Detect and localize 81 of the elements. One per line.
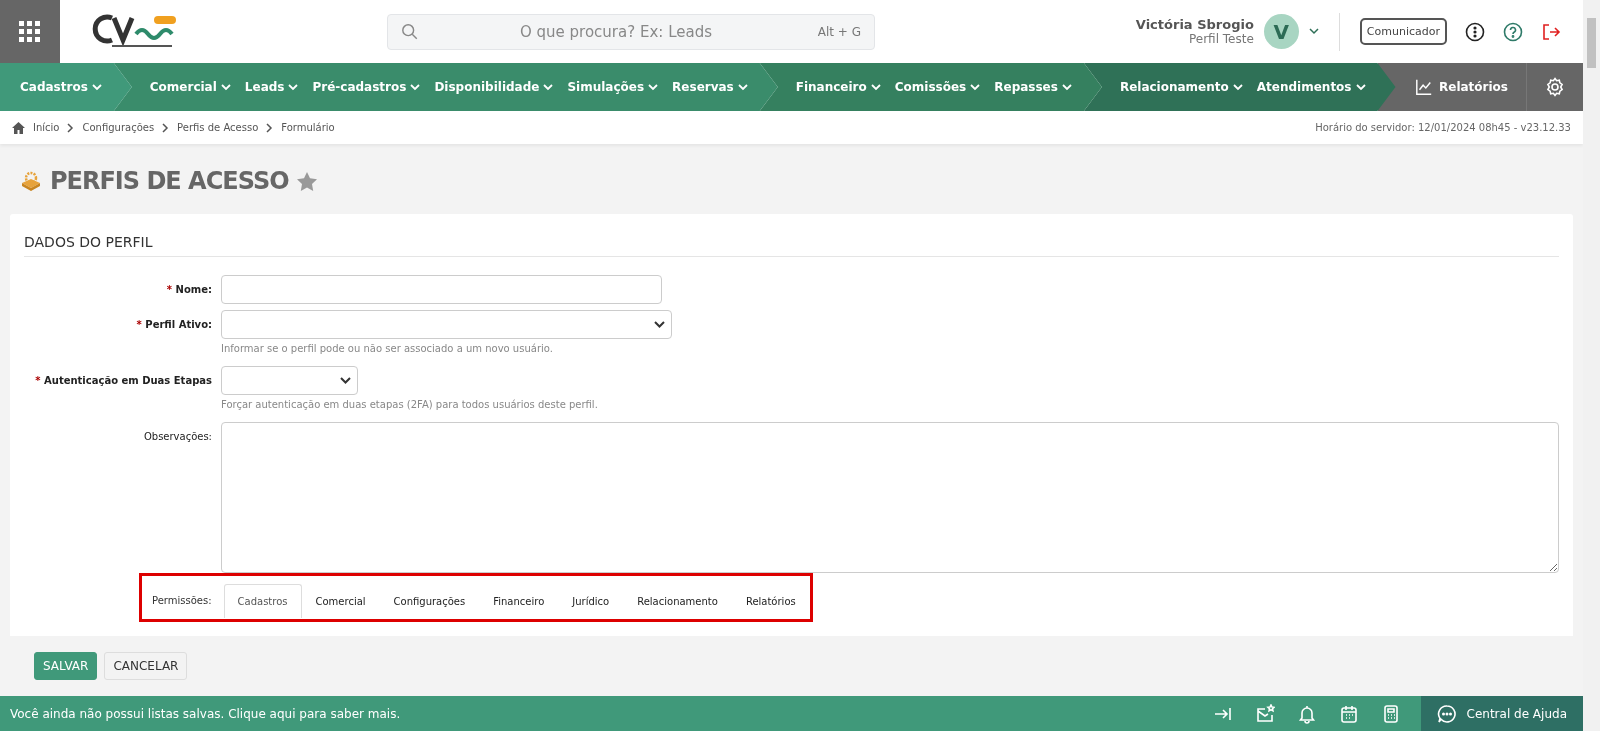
nav-menu-item[interactable]: Relacionamento — [1119, 80, 1243, 94]
chevron-down-icon — [220, 83, 231, 91]
chevron-right-icon — [266, 122, 274, 133]
permission-tab[interactable]: Financeiro — [479, 584, 559, 618]
field-label: Autenticação em Duas Etapas — [44, 375, 212, 386]
nav-menu-item[interactable]: Comercial — [149, 80, 231, 94]
permission-tab[interactable]: Configurações — [379, 584, 480, 618]
bell-icon[interactable] — [1296, 703, 1317, 724]
chevron-right-icon — [162, 122, 170, 133]
permission-tab[interactable]: Comercial — [301, 584, 380, 618]
apps-menu-button[interactable] — [0, 0, 60, 63]
field-label: Nome: — [175, 284, 212, 295]
help-text: Informar se o perfil pode ou não ser associado a um novo usuário. — [221, 343, 554, 354]
chat-bubble-icon — [1436, 703, 1457, 724]
envelope-star-icon[interactable] — [1254, 703, 1275, 724]
user-name: Victória Sbrogio — [1135, 17, 1254, 32]
save-button[interactable]: SALVAR — [34, 652, 98, 680]
server-time: Horário do servidor: 12/01/2024 08h45 - v23.12.33 — [1315, 122, 1571, 133]
chevron-down-icon — [1232, 83, 1243, 91]
chevron-down-icon[interactable] — [1308, 28, 1319, 35]
nav-menu-item[interactable]: Cadastros — [20, 80, 102, 94]
box-gear-icon — [20, 170, 42, 192]
help-center-button[interactable]: Central de Ajuda — [1420, 696, 1583, 731]
chevron-down-icon — [870, 83, 881, 91]
nav-menu-item[interactable]: Simulações — [567, 80, 659, 94]
chevron-down-icon — [410, 83, 421, 91]
nav-menu-item[interactable]: Comissões — [894, 80, 981, 94]
search-icon[interactable] — [401, 22, 419, 41]
nav-menu-item[interactable]: Atendimentos — [1256, 80, 1366, 94]
breadcrumb-link[interactable]: Configurações — [82, 122, 155, 133]
nav-menu-item[interactable]: Reservas — [672, 80, 748, 94]
nav-menu-item[interactable]: Repasses — [994, 80, 1072, 94]
shortcut-hint: Alt + G — [817, 24, 861, 39]
text-input[interactable] — [221, 275, 662, 304]
section-title: DADOS DO PERFIL — [24, 228, 1559, 257]
scrollbar[interactable] — [1583, 0, 1600, 731]
line-chart-icon[interactable] — [1415, 78, 1433, 96]
user-avatar[interactable]: V — [1263, 14, 1299, 49]
cancel-button[interactable]: CANCELAR — [104, 652, 188, 680]
communicator-button[interactable]: Comunicador — [1359, 18, 1447, 45]
settings-icon[interactable] — [1545, 77, 1565, 97]
chevron-down-icon — [737, 83, 748, 91]
nav-menu-item[interactable]: Pré-cadastros — [312, 80, 421, 94]
home-icon[interactable] — [12, 121, 25, 134]
textarea-field[interactable] — [221, 422, 1559, 573]
permission-tab[interactable]: Cadastros — [223, 584, 302, 618]
required-mark: * — [136, 319, 142, 330]
calendar-icon[interactable] — [1338, 703, 1359, 724]
breadcrumb-link[interactable]: Perfis de Acesso — [177, 122, 259, 133]
required-mark: * — [35, 375, 41, 386]
nav-menu-item[interactable]: Financeiro — [795, 80, 881, 94]
field-label: Observações: — [143, 431, 212, 442]
help-icon[interactable] — [1503, 21, 1523, 42]
chevron-down-icon — [1061, 83, 1072, 91]
chevron-down-icon — [288, 83, 299, 91]
chevron-down-icon — [1355, 83, 1366, 91]
chevron-down-icon — [543, 83, 554, 91]
chevron-down-icon — [91, 83, 102, 91]
chevron-down-icon — [654, 321, 665, 328]
user-profile: Perfil Teste — [1188, 32, 1254, 46]
chevron-down-icon — [970, 83, 981, 91]
chevron-down-icon — [340, 377, 351, 384]
grid-icon — [19, 20, 41, 43]
breadcrumb-link[interactable]: Formulário — [281, 122, 335, 133]
nav-menu-item[interactable]: Disponibilidade — [434, 80, 554, 94]
permissions-label: Permissões: — [152, 595, 213, 606]
permission-tab[interactable]: Jurídico — [558, 584, 624, 618]
more-options-icon[interactable] — [1465, 21, 1485, 42]
required-mark: * — [166, 284, 173, 295]
status-message-link[interactable]: Você ainda não possui listas salvas. Clique aqui para saber mais. — [0, 706, 1213, 721]
chevron-right-icon — [67, 122, 75, 133]
permission-tab[interactable]: Relacionamento — [623, 584, 732, 618]
page-title: PERFIS DE ACESSO — [50, 167, 289, 195]
logout-icon[interactable] — [1541, 21, 1561, 42]
help-text: Forçar autenticação em duas etapas (2FA) para todos usuários deste perfil. — [221, 399, 599, 410]
permission-tab[interactable]: Relatórios — [731, 584, 810, 618]
chevron-down-icon — [648, 83, 659, 91]
star-icon[interactable] — [296, 171, 317, 191]
breadcrumb-link[interactable]: Início — [33, 122, 60, 133]
nav-menu-item[interactable]: Leads — [244, 80, 299, 94]
field-label: Perfil Ativo: — [145, 319, 212, 330]
